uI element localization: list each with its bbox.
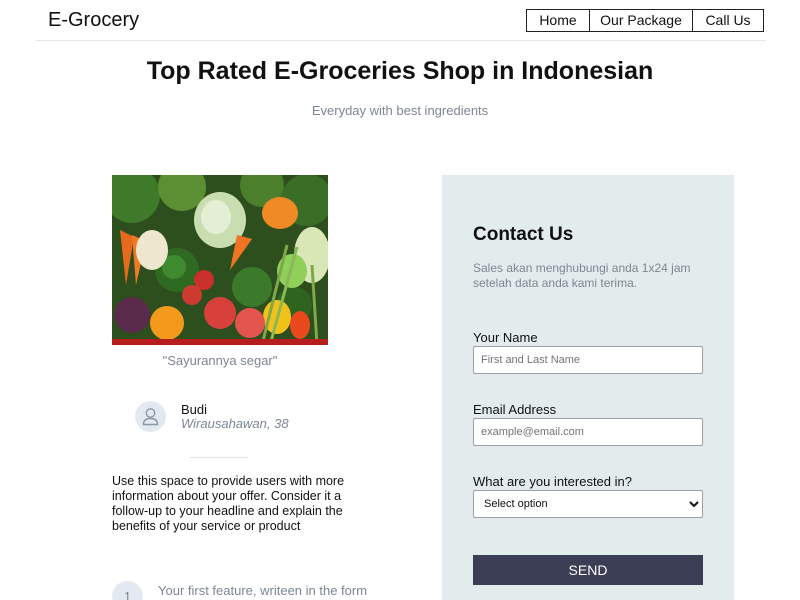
name-label: Your Name bbox=[473, 330, 538, 345]
testimonial-name: Budi bbox=[181, 402, 208, 417]
nav-menu: Home Our Package Call Us bbox=[526, 9, 764, 32]
name-input[interactable] bbox=[473, 346, 703, 374]
interest-label: What are you interested in? bbox=[473, 474, 632, 489]
feature-text: Your first feature, writeen in the form bbox=[158, 583, 368, 598]
user-icon bbox=[142, 408, 159, 426]
send-button[interactable]: SEND bbox=[473, 555, 703, 585]
hero-title: Top Rated E-Groceries Shop in Indonesian bbox=[146, 57, 654, 85]
section-divider bbox=[190, 457, 248, 458]
nav-home-link[interactable]: Home bbox=[526, 9, 590, 32]
nav-call-us-link[interactable]: Call Us bbox=[692, 9, 764, 32]
info-paragraph: Use this space to provide users with mor… bbox=[112, 474, 345, 533]
hero-subtitle: Everyday with best ingredients bbox=[311, 103, 489, 118]
contact-panel: Contact Us Sales akan menghubungi anda 1… bbox=[442, 175, 734, 600]
interest-select[interactable]: Select option bbox=[473, 490, 703, 518]
contact-description: Sales akan menghubungi anda 1x24 jam set… bbox=[473, 261, 691, 290]
brand-logo[interactable]: E-Grocery bbox=[48, 9, 139, 32]
vegetables-photo bbox=[112, 175, 328, 345]
photo-caption: "Sayurannya segar" bbox=[162, 353, 278, 368]
navbar: E-Grocery Home Our Package Call Us bbox=[36, 0, 766, 41]
nav-our-package-link[interactable]: Our Package bbox=[589, 9, 693, 32]
testimonial-role: Wirausahawan, 38 bbox=[181, 416, 289, 431]
feature-number-badge: 1 bbox=[112, 581, 143, 600]
contact-title: Contact Us bbox=[473, 224, 574, 245]
email-label: Email Address bbox=[473, 402, 557, 417]
email-input[interactable] bbox=[473, 418, 703, 446]
testimonial-avatar bbox=[135, 401, 166, 432]
